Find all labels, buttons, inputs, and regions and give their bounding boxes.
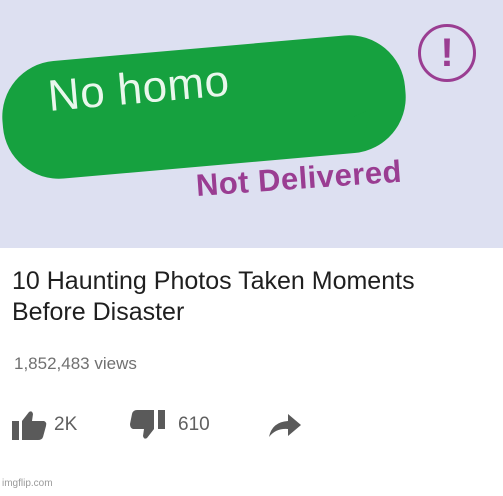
dislike-button[interactable]: 610 [130,408,250,442]
thumbs-down-icon [130,410,165,439]
like-button[interactable]: 2K [12,408,122,442]
share-arrow-icon [269,414,301,437]
exclamation-circle-icon: ! [418,24,476,82]
thumbs-up-icon [12,411,47,440]
share-button[interactable] [268,408,308,442]
dislike-count: 610 [178,414,210,435]
video-actions: 2K 610 [12,408,332,442]
watermark: imgflip.com [2,478,53,489]
video-info-panel: 10 Haunting Photos Taken Moments Before … [0,248,503,470]
like-count: 2K [54,414,78,435]
video-title[interactable]: 10 Haunting Photos Taken Moments Before … [12,266,482,328]
view-count: 1,852,483 views [14,354,137,373]
